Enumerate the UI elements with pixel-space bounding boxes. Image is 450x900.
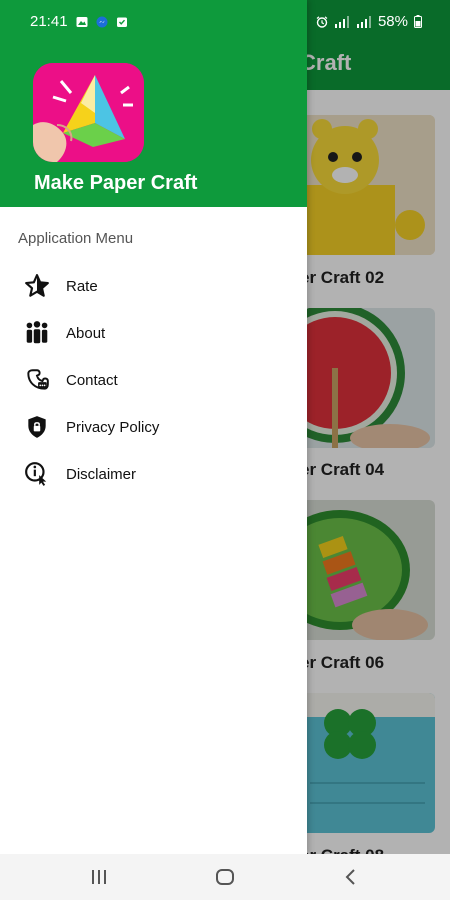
app-logo	[33, 63, 144, 162]
menu-item-label: About	[66, 324, 106, 342]
menu-item-label: Disclaimer	[66, 465, 137, 483]
menu-item-label: Rate	[66, 277, 98, 295]
menu-item-label: Privacy Policy	[66, 418, 160, 436]
app-name: Make Paper Craft	[34, 172, 198, 194]
signal-icon	[334, 15, 349, 28]
paper-craft-logo-icon	[33, 63, 144, 162]
recent-apps-icon[interactable]	[87, 865, 111, 889]
navigation-drawer: Make Paper Craft Application Menu Rate A…	[0, 0, 307, 854]
calendar-icon	[116, 17, 127, 27]
system-navigation-bar	[0, 854, 450, 900]
menu-item-contact[interactable]: Contact	[0, 358, 307, 402]
menu-item-privacy-policy[interactable]: Privacy Policy	[0, 405, 307, 449]
battery-percent: 58%	[377, 13, 408, 30]
menu-item-about[interactable]: About	[0, 311, 307, 355]
home-icon[interactable]	[213, 865, 237, 889]
people-icon	[26, 321, 48, 344]
status-bar: 21:41 58%	[0, 0, 450, 44]
signal-icon	[356, 15, 371, 28]
battery-icon	[414, 15, 422, 28]
status-bar-left: 21:41	[30, 13, 128, 30]
phone-icon	[27, 369, 49, 390]
info-pointer-icon	[25, 462, 47, 486]
gallery-icon	[76, 16, 88, 27]
menu-item-label: Contact	[66, 371, 118, 389]
menu-item-rate[interactable]: Rate	[0, 264, 307, 308]
status-time: 21:41	[30, 13, 68, 30]
messenger-icon	[96, 16, 108, 27]
menu-item-disclaimer[interactable]: Disclaimer	[0, 452, 307, 496]
menu-section-title: Application Menu	[18, 230, 134, 247]
alarm-icon	[316, 15, 328, 28]
back-icon[interactable]	[339, 865, 363, 889]
shield-lock-icon	[28, 416, 46, 438]
status-bar-right: 58%	[316, 13, 422, 30]
star-icon	[25, 274, 49, 297]
